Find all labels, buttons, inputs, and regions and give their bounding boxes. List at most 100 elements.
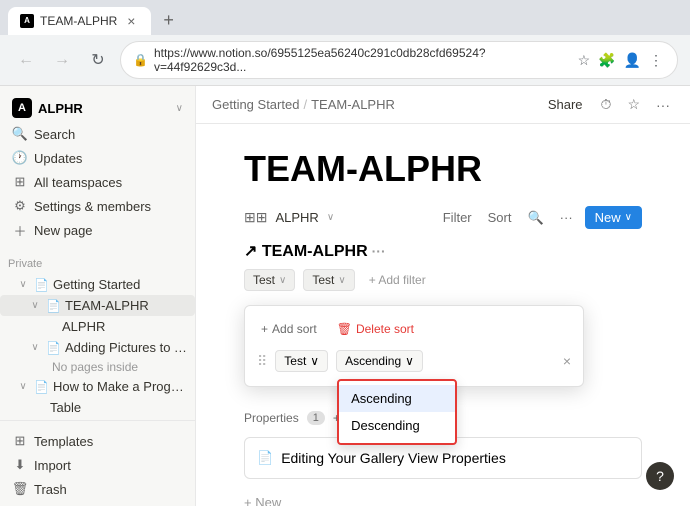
order-option-descending[interactable]: Descending bbox=[339, 412, 455, 439]
import-icon: ⬇ bbox=[12, 457, 28, 473]
page-icon: 📄 bbox=[46, 299, 61, 313]
filter-chip-2-chevron-icon: ∨ bbox=[338, 275, 345, 286]
tab-close-button[interactable]: × bbox=[123, 13, 139, 29]
app: A ALPHR ∨ 🔍 Search 🕐 Updates ⊞ All teams… bbox=[0, 86, 690, 506]
browser-more-button[interactable]: ⋮ bbox=[647, 50, 665, 71]
page-icon: 📄 bbox=[34, 380, 49, 394]
refresh-button[interactable]: ↻ bbox=[84, 46, 112, 74]
filter-button[interactable]: Filter bbox=[439, 208, 476, 227]
sidebar-item-alphr[interactable]: ALPHR bbox=[0, 316, 195, 337]
sidebar-private-label: Private bbox=[0, 250, 195, 272]
new-tab-button[interactable]: + bbox=[155, 6, 182, 35]
add-filter-button[interactable]: + Add filter bbox=[363, 270, 432, 290]
sort-popup: + Add sort 🗑 Delete sort ⠿ Test ∨ bbox=[244, 305, 584, 387]
new-chevron-icon: ∨ bbox=[625, 212, 632, 223]
delete-sort-icon: 🗑 bbox=[337, 322, 352, 336]
sort-order-chevron-icon: ∨ bbox=[405, 354, 414, 368]
sidebar-updates-label: Updates bbox=[34, 151, 82, 166]
sidebar-item-adding-pictures[interactable]: ∨ 📄 Adding Pictures to Yo... bbox=[0, 337, 195, 358]
order-option-ascending[interactable]: Ascending bbox=[339, 385, 455, 412]
sidebar-item-team-alphr[interactable]: ∨ 📄 TEAM-ALPHR bbox=[0, 295, 195, 316]
order-dropdown: Ascending Descending bbox=[337, 379, 457, 445]
help-button[interactable]: ? bbox=[646, 462, 674, 490]
sidebar-item-how-to-make[interactable]: ∨ 📄 How to Make a Progres... bbox=[0, 376, 195, 397]
sidebar-tree: ∨ 📄 Getting Started ∨ 📄 TEAM-ALPHR ALPHR… bbox=[0, 272, 195, 420]
db-more-button[interactable]: ··· bbox=[556, 208, 577, 227]
team-alphr-label: TEAM-ALPHR bbox=[65, 298, 149, 313]
delete-sort-button[interactable]: 🗑 Delete sort bbox=[333, 318, 418, 340]
page-header-bar: Getting Started / TEAM-ALPHR Share ⏱ ☆ ·… bbox=[196, 86, 690, 124]
view-title-more-icon[interactable]: ··· bbox=[372, 243, 386, 259]
tree-toggle-placeholder bbox=[40, 320, 54, 334]
new-record-label: New bbox=[595, 210, 621, 225]
lock-icon: 🔒 bbox=[133, 53, 148, 67]
active-tab[interactable]: A TEAM-ALPHR × bbox=[8, 7, 151, 35]
back-button[interactable]: ← bbox=[12, 46, 40, 74]
sidebar-new-page-label: New page bbox=[34, 223, 93, 238]
new-row-button[interactable]: + New bbox=[244, 487, 642, 506]
new-page-icon: ＋ bbox=[12, 222, 28, 238]
sort-field-selector[interactable]: Test ∨ bbox=[275, 350, 328, 372]
properties-label: Properties bbox=[244, 411, 299, 425]
db-chevron-icon[interactable]: ∨ bbox=[327, 212, 334, 223]
tree-toggle-icon: ∨ bbox=[16, 380, 30, 394]
workspace-icon: A bbox=[12, 98, 32, 118]
sidebar-item-import[interactable]: ⬇ Import bbox=[4, 453, 191, 477]
header-actions: Share ⏱ ☆ ··· bbox=[542, 94, 674, 115]
tree-toggle-placeholder bbox=[28, 401, 42, 415]
sort-order-selector[interactable]: Ascending ∨ Ascending Descending bbox=[336, 350, 423, 372]
search-icon: 🔍 bbox=[12, 126, 28, 142]
db-grid-icon: ⊞⊞ bbox=[244, 209, 267, 226]
forward-button[interactable]: → bbox=[48, 46, 76, 74]
sidebar-item-trash[interactable]: 🗑 Trash bbox=[4, 477, 191, 501]
card-page-icon: 📄 bbox=[257, 450, 273, 466]
search-db-button[interactable]: 🔍 bbox=[523, 208, 547, 228]
address-bar[interactable]: 🔒 https://www.notion.so/6955125ea56240c2… bbox=[120, 41, 678, 79]
favorite-button[interactable]: ☆ bbox=[623, 94, 644, 115]
share-button[interactable]: Share bbox=[542, 95, 589, 114]
workspace-chevron-icon: ∨ bbox=[176, 103, 183, 114]
drag-handle-icon[interactable]: ⠿ bbox=[257, 353, 267, 370]
sidebar-item-table[interactable]: Table bbox=[0, 397, 195, 418]
alphr-label: ALPHR bbox=[62, 319, 105, 334]
filter-chip-1[interactable]: Test ∨ bbox=[244, 269, 295, 291]
teamspaces-icon: ⊞ bbox=[12, 174, 28, 190]
more-options-button[interactable]: ··· bbox=[652, 95, 674, 115]
browser-chrome: A TEAM-ALPHR × + ← → ↻ 🔒 https://www.not… bbox=[0, 0, 690, 86]
view-title[interactable]: ↗ TEAM-ALPHR ··· bbox=[244, 241, 386, 261]
sidebar-item-updates[interactable]: 🕐 Updates bbox=[4, 146, 191, 170]
sidebar-item-search[interactable]: 🔍 Search bbox=[4, 122, 191, 146]
getting-started-label: Getting Started bbox=[53, 277, 140, 292]
sort-field-label: Test bbox=[284, 354, 306, 368]
sidebar-bottom: ⊞ Templates ⬇ Import 🗑 Trash bbox=[0, 420, 195, 506]
sidebar-item-all-teamspaces[interactable]: ⊞ All teamspaces bbox=[4, 170, 191, 194]
add-sort-button[interactable]: + Add sort bbox=[257, 318, 321, 340]
sort-close-button[interactable]: × bbox=[563, 353, 571, 369]
sort-popup-actions: + Add sort 🗑 Delete sort bbox=[245, 314, 583, 344]
history-button[interactable]: ⏱ bbox=[597, 94, 616, 115]
settings-icon: ⚙ bbox=[12, 198, 28, 214]
sidebar-item-settings[interactable]: ⚙ Settings & members bbox=[4, 194, 191, 218]
workspace-header[interactable]: A ALPHR ∨ bbox=[4, 94, 191, 122]
profile-button[interactable]: 👤 bbox=[622, 50, 643, 71]
page-title: TEAM-ALPHR bbox=[244, 148, 642, 190]
clock-icon: 🕐 bbox=[12, 150, 28, 166]
star-page-button[interactable]: ☆ bbox=[576, 50, 593, 71]
sidebar-item-getting-started[interactable]: ∨ 📄 Getting Started bbox=[0, 274, 195, 295]
main-content: Getting Started / TEAM-ALPHR Share ⏱ ☆ ·… bbox=[196, 86, 690, 506]
nav-bar: ← → ↻ 🔒 https://www.notion.so/6955125ea5… bbox=[0, 35, 690, 85]
no-pages-label: No pages inside bbox=[0, 358, 195, 376]
sidebar-teamspaces-label: All teamspaces bbox=[34, 175, 122, 190]
view-title-text: ↗ TEAM-ALPHR bbox=[244, 241, 368, 261]
sort-row: ⠿ Test ∨ Ascending ∨ Ascending Descendin… bbox=[245, 344, 583, 378]
extensions-button[interactable]: 🧩 bbox=[596, 50, 617, 71]
sidebar-item-templates[interactable]: ⊞ Templates bbox=[4, 429, 191, 453]
import-label: Import bbox=[34, 458, 71, 473]
sidebar-item-new-page[interactable]: ＋ New page bbox=[4, 218, 191, 242]
sort-button[interactable]: Sort bbox=[484, 208, 516, 227]
db-name[interactable]: ALPHR bbox=[275, 210, 318, 225]
filter-chip-2[interactable]: Test ∨ bbox=[303, 269, 354, 291]
database-icon: ⊞⊞ bbox=[244, 209, 267, 226]
new-record-button[interactable]: New ∨ bbox=[585, 206, 642, 229]
sidebar-search-label: Search bbox=[34, 127, 75, 142]
